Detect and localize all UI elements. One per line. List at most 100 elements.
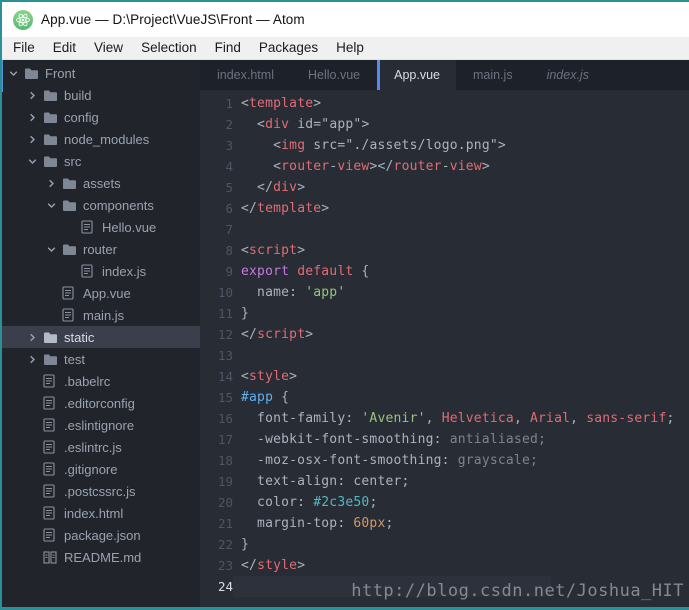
code-line-23[interactable]: 23 </style> — [200, 555, 689, 576]
tree-item-.editorconfig[interactable]: .editorconfig — [2, 392, 200, 414]
chevron-right-icon[interactable] — [28, 91, 43, 100]
menu-packages[interactable]: Packages — [250, 37, 327, 59]
code-text: </div> — [241, 180, 306, 195]
tree-item-label: test — [64, 351, 85, 367]
code-text: font-family: 'Avenir', Helvetica, Arial,… — [241, 411, 675, 426]
code-line-4[interactable]: 4 <router-view></router-view> — [200, 156, 689, 177]
tree-item-Hello.vue[interactable]: Hello.vue — [2, 216, 200, 238]
code-line-16[interactable]: 16 font-family: 'Avenir', Helvetica, Ari… — [200, 408, 689, 429]
tree-item-index.html[interactable]: index.html — [2, 502, 200, 524]
readme-icon — [43, 550, 63, 564]
tab-Hello.vue[interactable]: Hello.vue — [291, 60, 377, 90]
line-number: 13 — [217, 348, 233, 363]
chevron-right-icon[interactable] — [47, 179, 62, 188]
tree-item-label: node_modules — [64, 131, 150, 147]
code-line-19[interactable]: 19 text-align: center; — [200, 471, 689, 492]
tree-item-App.vue[interactable]: App.vue — [2, 282, 200, 304]
chevron-right-icon[interactable] — [28, 135, 43, 144]
tree-item-node_modules[interactable]: node_modules — [2, 128, 200, 150]
file-icon — [43, 440, 63, 454]
code-line-2[interactable]: 2 <div id="app"> — [200, 114, 689, 135]
tree-item-components[interactable]: components — [2, 194, 200, 216]
tree-item-README.md[interactable]: README.md — [2, 546, 200, 568]
menu-edit[interactable]: Edit — [44, 37, 85, 59]
tree-item-.babelrc[interactable]: .babelrc — [2, 370, 200, 392]
tab-index.js[interactable]: index.js — [530, 60, 606, 90]
tree-scroll-indicator[interactable] — [2, 60, 3, 92]
tree-item-router[interactable]: router — [2, 238, 200, 260]
tree-item-package.json[interactable]: package.json — [2, 524, 200, 546]
code-line-18[interactable]: 18 -moz-osx-font-smoothing: grayscale; — [200, 450, 689, 471]
tree-item-label: Front — [45, 65, 76, 81]
code-editor[interactable]: 1 <template> 2 <div id="app"> 3 <img src=".… — [200, 90, 689, 607]
code-line-1[interactable]: 1 <template> — [200, 93, 689, 114]
tree-item-.eslintignore[interactable]: .eslintignore — [2, 414, 200, 436]
code-line-11[interactable]: 11} — [200, 303, 689, 324]
tree-item-.eslintrc.js[interactable]: .eslintrc.js — [2, 436, 200, 458]
chevron-right-icon[interactable] — [28, 333, 43, 342]
file-icon — [43, 506, 63, 520]
tree-item-test[interactable]: test — [2, 348, 200, 370]
code-line-8[interactable]: 8 <script> — [200, 240, 689, 261]
code-line-10[interactable]: 10 name: 'app' — [200, 282, 689, 303]
tree-item-label: src — [64, 153, 82, 169]
tree-item-Front[interactable]: Front — [2, 62, 200, 84]
code-line-9[interactable]: 9 export default { — [200, 261, 689, 282]
chevron-down-icon[interactable] — [47, 245, 62, 254]
tree-item-label: components — [83, 197, 154, 213]
chevron-right-icon[interactable] — [28, 355, 43, 364]
tree-item-label: .babelrc — [64, 373, 111, 389]
code-line-5[interactable]: 5 </div> — [200, 177, 689, 198]
folder-icon — [43, 133, 63, 146]
tab-main.js[interactable]: main.js — [456, 60, 530, 90]
menu-file[interactable]: File — [4, 37, 44, 59]
code-text: -moz-osx-font-smoothing: grayscale; — [241, 453, 539, 468]
menu-find[interactable]: Find — [206, 37, 250, 59]
tree-item-config[interactable]: config — [2, 106, 200, 128]
code-text: <img src="./assets/logo.png"> — [241, 138, 506, 153]
code-line-21[interactable]: 21 margin-top: 60px; — [200, 513, 689, 534]
tree-view: Front build config node_modulessrc assets com… — [2, 60, 200, 607]
line-number: 2 — [225, 117, 233, 132]
atom-logo-icon — [13, 9, 33, 30]
code-line-14[interactable]: 14 <style> — [200, 366, 689, 387]
code-line-20[interactable]: 20 color: #2c3e50; — [200, 492, 689, 513]
code-text: <div id="app"> — [241, 117, 370, 132]
menu-selection[interactable]: Selection — [132, 37, 206, 59]
code-line-13[interactable]: 13 — [200, 345, 689, 366]
code-text: name: 'app' — [241, 285, 346, 300]
code-text: margin-top: 60px; — [241, 516, 394, 531]
tab-App.vue[interactable]: App.vue — [377, 60, 456, 90]
menu-view[interactable]: View — [85, 37, 132, 59]
tree-item-main.js[interactable]: main.js — [2, 304, 200, 326]
code-line-7[interactable]: 7 — [200, 219, 689, 240]
line-number: 23 — [217, 558, 233, 573]
code-line-6[interactable]: 6 </template> — [200, 198, 689, 219]
code-line-24[interactable]: 24 — [200, 576, 689, 597]
tree-item-label: package.json — [64, 527, 141, 543]
tree-item-build[interactable]: build — [2, 84, 200, 106]
folder-icon — [62, 199, 82, 212]
tab-bar: index.html Hello.vue App.vue main.js index.j… — [200, 60, 689, 90]
tree-item-static[interactable]: static — [2, 326, 200, 348]
tree-item-.gitignore[interactable]: .gitignore — [2, 458, 200, 480]
tree-item-.postcssrc.js[interactable]: .postcssrc.js — [2, 480, 200, 502]
tree-item-label: .eslintrc.js — [64, 439, 122, 455]
code-line-15[interactable]: 15 #app { — [200, 387, 689, 408]
menu-help[interactable]: Help — [327, 37, 373, 59]
code-line-17[interactable]: 17 -webkit-font-smoothing: antialiased; — [200, 429, 689, 450]
line-number: 10 — [217, 285, 233, 300]
chevron-down-icon[interactable] — [28, 157, 43, 166]
file-icon — [43, 418, 63, 432]
tab-index.html[interactable]: index.html — [200, 60, 291, 90]
chevron-down-icon[interactable] — [9, 69, 24, 78]
code-line-22[interactable]: 22} — [200, 534, 689, 555]
tree-item-src[interactable]: src — [2, 150, 200, 172]
code-line-3[interactable]: 3 <img src="./assets/logo.png"> — [200, 135, 689, 156]
tree-item-assets[interactable]: assets — [2, 172, 200, 194]
chevron-down-icon[interactable] — [47, 201, 62, 210]
tree-item-index.js[interactable]: index.js — [2, 260, 200, 282]
chevron-right-icon[interactable] — [28, 113, 43, 122]
folder-icon — [43, 89, 63, 102]
code-line-12[interactable]: 12 </script> — [200, 324, 689, 345]
